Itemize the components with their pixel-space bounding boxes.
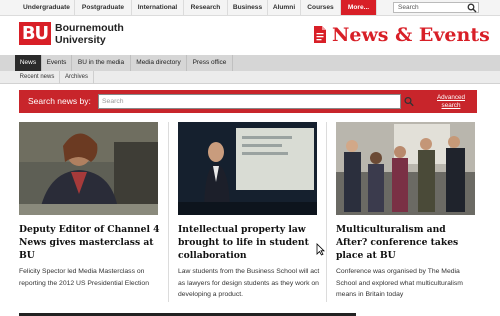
advanced-search-line-2: search <box>441 101 461 109</box>
news-search-label: Search news by: <box>28 96 91 106</box>
section-navigation: News Events BU in the media Media direct… <box>0 55 500 71</box>
topnav-international[interactable]: International <box>132 0 184 15</box>
tab-media-directory[interactable]: Media directory <box>131 55 187 71</box>
top-navigation: Undergraduate Postgraduate International… <box>0 0 500 16</box>
logo-line-2: University <box>55 34 106 46</box>
article-photo[interactable] <box>336 122 475 215</box>
tab-events[interactable]: Events <box>42 55 72 71</box>
topnav-research[interactable]: Research <box>184 0 228 15</box>
article-headline[interactable]: Deputy Editor of Channel 4 News gives ma… <box>19 224 162 262</box>
subnav-recent-news[interactable]: Recent news <box>15 71 60 84</box>
article-headline[interactable]: Intellectual property law brought to lif… <box>178 224 321 262</box>
article-headline[interactable]: Multiculturalism and After? conference t… <box>336 224 479 262</box>
news-search-input[interactable]: Search <box>98 94 401 109</box>
sub-navigation: Recent news Archives <box>0 71 500 84</box>
topnav-courses[interactable]: Courses <box>301 0 341 15</box>
topnav-alumni[interactable]: Alumni <box>268 0 301 15</box>
column-divider <box>326 122 327 302</box>
document-icon <box>314 26 326 43</box>
tab-press-office[interactable]: Press office <box>187 55 233 71</box>
subnav-archives[interactable]: Archives <box>60 71 94 84</box>
search-icon[interactable] <box>467 3 477 13</box>
news-card[interactable]: Multiculturalism and After? conference t… <box>336 122 479 301</box>
search-icon[interactable] <box>404 96 414 107</box>
news-search-bar: Search news by: Search Advanced search <box>19 90 477 113</box>
news-card[interactable]: Intellectual property law brought to lif… <box>178 122 321 301</box>
page-title: News & Events <box>332 24 490 46</box>
topnav-more-button[interactable]: More... <box>341 0 377 15</box>
news-card[interactable]: Deputy Editor of Channel 4 News gives ma… <box>19 122 162 289</box>
bu-logo-mark[interactable]: BU <box>19 22 51 45</box>
advanced-search-line-1: Advanced <box>436 94 465 101</box>
logo-line-1: Bournemouth <box>55 22 124 34</box>
topnav-postgraduate[interactable]: Postgraduate <box>75 0 132 15</box>
topnav-business[interactable]: Business <box>228 0 268 15</box>
article-photo[interactable] <box>19 122 158 215</box>
article-summary: Felicity Spector led Media Masterclass o… <box>19 268 149 287</box>
tab-news[interactable]: News <box>15 55 42 71</box>
article-summary: Conference was organised by The Media Sc… <box>336 268 463 299</box>
mouse-cursor-icon <box>316 243 325 256</box>
column-divider <box>168 122 169 302</box>
university-logo-text[interactable]: Bournemouth University <box>55 22 124 46</box>
article-photo[interactable] <box>178 122 317 215</box>
topnav-undergraduate[interactable]: Undergraduate <box>19 0 75 15</box>
tab-bu-in-the-media[interactable]: BU in the media <box>72 55 131 71</box>
advanced-search-link[interactable]: Advanced search <box>432 94 470 109</box>
article-summary: Law students from the Business School wi… <box>178 268 320 299</box>
